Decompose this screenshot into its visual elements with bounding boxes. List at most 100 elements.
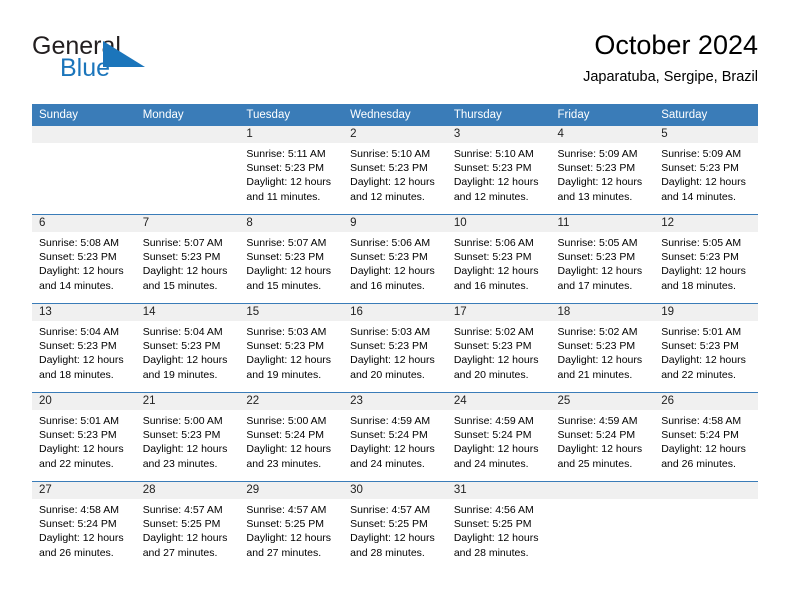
calendar-day-cell[interactable]: 4 Sunrise: 5:09 AM Sunset: 5:23 PM Daylight… [550, 126, 655, 215]
weekday-header-thursday: Thursday [446, 104, 551, 126]
daylight-text-line2: and 15 minutes. [246, 279, 322, 292]
calendar-day-cell[interactable]: 17 Sunrise: 5:02 AM Sunset: 5:23 PM Dayligh… [446, 303, 551, 393]
calendar-day-cell[interactable]: 2 Sunrise: 5:10 AM Sunset: 5:23 PM Daylight… [343, 126, 447, 215]
calendar-day-cell[interactable]: 26 Sunrise: 4:58 AM Sunset: 5:24 PM Dayligh… [654, 392, 758, 482]
calendar-day-cell[interactable]: 28 Sunrise: 4:57 AM Sunset: 5:25 PM Dayligh… [135, 481, 240, 570]
daylight-text-line1: Daylight: 12 hours [142, 532, 228, 545]
weekday-header-monday: Monday [135, 104, 240, 126]
day-number [550, 482, 655, 499]
calendar-day-cell[interactable]: 21 Sunrise: 5:00 AM Sunset: 5:23 PM Dayligh… [135, 392, 240, 482]
calendar-day-cell[interactable]: 5 Sunrise: 5:09 AM Sunset: 5:23 PM Daylight… [654, 126, 758, 215]
daylight-text-line1: Daylight: 12 hours [246, 176, 332, 189]
day-details: Sunrise: 5:05 AM Sunset: 5:23 PM Daylight:… [551, 232, 655, 293]
day-details: Sunrise: 5:03 AM Sunset: 5:23 PM Daylight:… [343, 321, 447, 382]
sunset-text: Sunset: 5:23 PM [246, 162, 325, 175]
day-details: Sunrise: 4:57 AM Sunset: 5:25 PM Daylight:… [343, 499, 447, 560]
calendar-day-cell-empty [32, 126, 136, 215]
day-details [32, 143, 136, 147]
sunset-text: Sunset: 5:23 PM [142, 429, 221, 442]
calendar-day-cell[interactable]: 13 Sunrise: 5:04 AM Sunset: 5:23 PM Dayligh… [32, 303, 136, 393]
sunrise-text: Sunrise: 5:01 AM [39, 415, 119, 427]
sunrise-text: Sunrise: 4:56 AM [453, 504, 534, 516]
calendar-day-cell[interactable]: 8 Sunrise: 5:07 AM Sunset: 5:23 PM Daylight… [239, 214, 344, 304]
day-number: 21 [135, 393, 240, 410]
sunrise-text: Sunrise: 5:08 AM [39, 237, 119, 249]
day-details: Sunrise: 5:06 AM Sunset: 5:23 PM Daylight:… [343, 232, 447, 293]
sunset-text: Sunset: 5:23 PM [350, 251, 428, 264]
daylight-text-line1: Daylight: 12 hours [142, 354, 228, 367]
daylight-text-line2: and 26 minutes. [661, 457, 736, 470]
day-details: Sunrise: 5:08 AM Sunset: 5:23 PM Daylight:… [32, 232, 136, 293]
daylight-text-line1: Daylight: 12 hours [661, 176, 746, 189]
weekday-header-sunday: Sunday [32, 104, 136, 126]
calendar-day-cell[interactable]: 3 Sunrise: 5:10 AM Sunset: 5:23 PM Daylight… [446, 126, 551, 215]
calendar-day-cell[interactable]: 24 Sunrise: 4:59 AM Sunset: 5:24 PM Dayligh… [446, 392, 551, 482]
day-number: 9 [343, 215, 447, 232]
sunrise-text: Sunrise: 5:09 AM [557, 148, 638, 160]
calendar-day-cell[interactable]: 19 Sunrise: 5:01 AM Sunset: 5:23 PM Dayligh… [654, 303, 758, 393]
day-number: 16 [343, 304, 447, 321]
calendar-day-cell[interactable]: 20 Sunrise: 5:01 AM Sunset: 5:23 PM Dayligh… [32, 392, 136, 482]
triangle-flag-icon [103, 41, 145, 67]
daylight-text-line1: Daylight: 12 hours [557, 354, 643, 367]
calendar-day-cell[interactable]: 30 Sunrise: 4:57 AM Sunset: 5:25 PM Dayligh… [343, 481, 447, 570]
sunrise-text: Sunrise: 5:00 AM [142, 415, 223, 427]
day-number: 30 [343, 482, 447, 499]
calendar-day-cell[interactable]: 7 Sunrise: 5:07 AM Sunset: 5:23 PM Daylight… [135, 214, 240, 304]
calendar-day-cell[interactable]: 29 Sunrise: 4:57 AM Sunset: 5:25 PM Dayligh… [239, 481, 344, 570]
calendar-day-cell[interactable]: 12 Sunrise: 5:05 AM Sunset: 5:23 PM Dayligh… [654, 214, 758, 304]
day-number: 25 [550, 393, 655, 410]
day-number [135, 126, 240, 143]
sunset-text: Sunset: 5:23 PM [453, 162, 532, 175]
daylight-text-line2: and 18 minutes. [661, 279, 736, 292]
calendar-body: 1 Sunrise: 5:11 AM Sunset: 5:23 PM Daylight… [32, 126, 758, 570]
calendar-day-cell[interactable]: 25 Sunrise: 4:59 AM Sunset: 5:24 PM Dayligh… [550, 392, 655, 482]
day-details: Sunrise: 4:58 AM Sunset: 5:24 PM Daylight:… [654, 410, 758, 471]
daylight-text-line2: and 21 minutes. [557, 368, 633, 381]
calendar-header-row: Sunday Monday Tuesday Wednesday Thursday Frid… [32, 104, 758, 126]
calendar-day-cell[interactable]: 1 Sunrise: 5:11 AM Sunset: 5:23 PM Daylight… [239, 126, 344, 215]
sunset-text: Sunset: 5:25 PM [142, 518, 221, 531]
daylight-text-line1: Daylight: 12 hours [39, 532, 124, 545]
day-details: Sunrise: 5:11 AM Sunset: 5:23 PM Daylight:… [239, 143, 343, 204]
daylight-text-line1: Daylight: 12 hours [453, 265, 539, 278]
calendar-day-cell[interactable]: 16 Sunrise: 5:03 AM Sunset: 5:23 PM Dayligh… [343, 303, 447, 393]
brand-logo[interactable]: General Blue [32, 32, 272, 92]
calendar-day-cell[interactable]: 11 Sunrise: 5:05 AM Sunset: 5:23 PM Dayligh… [550, 214, 655, 304]
daylight-text-line2: and 22 minutes. [661, 368, 736, 381]
daylight-text-line2: and 14 minutes. [661, 190, 736, 203]
calendar-page: General Blue October 2024 Japaratuba, Se… [0, 0, 792, 612]
sunset-text: Sunset: 5:23 PM [557, 340, 636, 353]
sunrise-text: Sunrise: 5:10 AM [453, 148, 534, 160]
sunrise-text: Sunrise: 5:02 AM [453, 326, 534, 338]
calendar-day-cell[interactable]: 14 Sunrise: 5:04 AM Sunset: 5:23 PM Dayligh… [135, 303, 240, 393]
daylight-text-line2: and 16 minutes. [453, 279, 529, 292]
calendar-day-cell[interactable]: 18 Sunrise: 5:02 AM Sunset: 5:23 PM Dayligh… [550, 303, 655, 393]
calendar-day-cell[interactable]: 22 Sunrise: 5:00 AM Sunset: 5:24 PM Dayligh… [239, 392, 344, 482]
calendar-day-cell[interactable]: 15 Sunrise: 5:03 AM Sunset: 5:23 PM Dayligh… [239, 303, 344, 393]
sunset-text: Sunset: 5:25 PM [246, 518, 325, 531]
calendar-day-cell[interactable]: 6 Sunrise: 5:08 AM Sunset: 5:23 PM Daylight… [32, 214, 136, 304]
daylight-text-line1: Daylight: 12 hours [661, 265, 746, 278]
calendar-day-cell[interactable]: 31 Sunrise: 4:56 AM Sunset: 5:25 PM Dayligh… [446, 481, 551, 570]
calendar-day-cell[interactable]: 10 Sunrise: 5:06 AM Sunset: 5:23 PM Dayligh… [446, 214, 551, 304]
calendar-day-cell[interactable]: 27 Sunrise: 4:58 AM Sunset: 5:24 PM Dayligh… [32, 481, 136, 570]
calendar-week-row: 27 Sunrise: 4:58 AM Sunset: 5:24 PM Dayligh… [32, 481, 758, 570]
daylight-text-line2: and 28 minutes. [453, 546, 529, 559]
daylight-text-line2: and 23 minutes. [142, 457, 218, 470]
day-number: 1 [239, 126, 344, 143]
day-details: Sunrise: 4:59 AM Sunset: 5:24 PM Daylight:… [551, 410, 655, 471]
sunrise-text: Sunrise: 5:05 AM [661, 237, 742, 249]
sunset-text: Sunset: 5:23 PM [142, 251, 221, 264]
day-number: 11 [550, 215, 655, 232]
calendar-day-cell[interactable]: 23 Sunrise: 4:59 AM Sunset: 5:24 PM Dayligh… [343, 392, 447, 482]
daylight-text-line1: Daylight: 12 hours [661, 354, 746, 367]
calendar-day-cell[interactable]: 9 Sunrise: 5:06 AM Sunset: 5:23 PM Daylight… [343, 214, 447, 304]
sunrise-text: Sunrise: 4:57 AM [350, 504, 431, 516]
sunrise-text: Sunrise: 5:04 AM [39, 326, 119, 338]
day-details: Sunrise: 4:59 AM Sunset: 5:24 PM Daylight:… [447, 410, 551, 471]
day-number: 31 [446, 482, 551, 499]
daylight-text-line1: Daylight: 12 hours [39, 265, 124, 278]
calendar-day-cell-empty [550, 481, 655, 570]
daylight-text-line1: Daylight: 12 hours [246, 532, 332, 545]
